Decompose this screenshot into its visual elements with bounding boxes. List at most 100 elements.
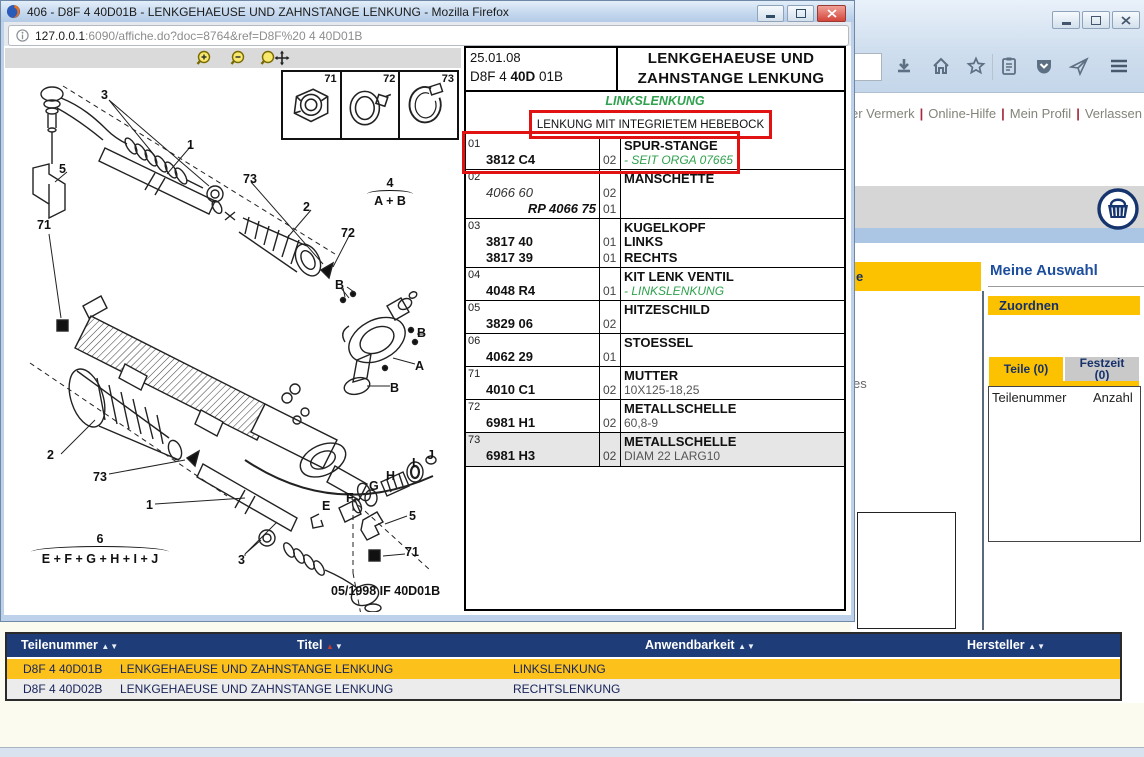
variant-label: LINKSLENKUNG <box>466 94 844 108</box>
result-row-selected[interactable]: D8F 4 40D01B LENKGEHAEUSE UND ZAHNSTANGE… <box>7 659 1120 679</box>
sort-desc-icon[interactable]: ▼ <box>335 642 344 651</box>
cell-anwendbarkeit: LINKSLENKUNG <box>513 662 606 676</box>
clipboard-icon[interactable] <box>998 55 1020 77</box>
sort-asc-icon[interactable]: ▲ <box>101 642 110 651</box>
popup-close-button[interactable] <box>817 5 846 22</box>
zuordnen-label: Zuordnen <box>999 298 1059 313</box>
callout: 5 <box>59 162 66 176</box>
part-row-02[interactable]: 02 MANSCHETTE 4066 60 02 RP 4066 75 01 <box>466 170 844 219</box>
cell-titel: LENKGEHAEUSE UND ZAHNSTANGE LENKUNG <box>120 662 393 676</box>
maximize-icon <box>1091 16 1101 25</box>
detail-box <box>857 512 956 629</box>
zuordnen-button[interactable]: Zuordnen <box>988 296 1140 315</box>
note-box-highlight: LENKUNG MIT INTEGRIETEM HEBEBOCK <box>529 110 772 139</box>
inset-parts-box: 71 72 <box>281 70 459 140</box>
part-row-73[interactable]: 73 METALLSCHELLE 6981 H3 02 DIAM 22 LARG… <box>466 433 844 467</box>
callout: B <box>417 326 426 340</box>
maximize-button[interactable] <box>1082 11 1110 29</box>
close-icon <box>1121 16 1131 25</box>
send-icon[interactable] <box>1068 55 1090 77</box>
zoom-in-icon <box>196 50 216 68</box>
menu-link-online-hilfe[interactable]: Online-Hilfe <box>928 106 996 121</box>
download-icon[interactable] <box>893 55 915 77</box>
part-row-03[interactable]: 03 KUGELKOPF 3817 40 01 LINKS 3817 39 01… <box>466 219 844 268</box>
tab-teile[interactable]: Teile (0) <box>989 357 1063 381</box>
sort-desc-icon[interactable]: ▼ <box>110 642 119 651</box>
inset-cell-71: 71 <box>283 72 340 138</box>
taskbar-edge <box>0 747 1144 757</box>
doc-info-cell: 25.01.08 D8F 4 40D 01B <box>466 48 618 90</box>
part-row-01[interactable]: 01 SPUR-STANGE 3812 C4 02 - SEIT ORGA 07… <box>466 137 844 170</box>
callout: 2 <box>303 200 310 214</box>
part-row-72[interactable]: 72 METALLSCHELLE 6981 H1 02 60,8-9 <box>466 400 844 433</box>
close-icon <box>827 9 837 18</box>
sort-asc-icon[interactable]: ▲ <box>1028 642 1037 651</box>
firefox-icon <box>6 4 21 19</box>
minimize-button[interactable] <box>1052 11 1080 29</box>
sort-asc-icon[interactable]: ▲ <box>738 642 747 651</box>
formula-expr: A + B <box>367 194 413 208</box>
callout: F <box>346 491 354 505</box>
sort-header-anwendbarkeit[interactable]: Anwendbarkeit ▲▼ <box>645 638 756 652</box>
formula-4-ab: 4 A + B <box>367 176 413 208</box>
popup-maximize-button[interactable] <box>787 5 814 22</box>
cell-anwendbarkeit: RECHTSLENKUNG <box>513 682 620 696</box>
url-field[interactable]: 127.0.0.1:6090/affiche.do?doc=8764&ref=D… <box>8 25 849 46</box>
callout: B <box>335 278 344 292</box>
callout: 73 <box>93 470 107 484</box>
callout: 73 <box>243 172 257 186</box>
parts-table-header: 25.01.08 D8F 4 40D 01B LENKGEHAEUSE UNDZ… <box>466 48 844 92</box>
callout: G <box>369 479 379 493</box>
diagram-footer: 05/1998 IF 40D01B <box>331 584 440 598</box>
sort-asc-icon[interactable]: ▲ <box>326 642 335 651</box>
cell-teilenummer: D8F 4 40D01B <box>23 662 102 676</box>
sort-desc-icon[interactable]: ▼ <box>1037 642 1046 651</box>
tab-festzeit[interactable]: Festzeit (0) <box>1065 357 1139 381</box>
popup-minimize-button[interactable] <box>757 5 784 22</box>
sort-header-hersteller[interactable]: Hersteller ▲▼ <box>967 638 1046 652</box>
menu-link-mein-profil[interactable]: Mein Profil <box>1010 106 1071 121</box>
formula-6-efghij: 6 E + F + G + H + I + J <box>31 532 169 566</box>
menu-hamburger-icon[interactable] <box>1108 55 1130 77</box>
basket-button[interactable] <box>1096 187 1140 236</box>
callout: 2 <box>47 448 54 462</box>
popup-titlebar[interactable]: 406 - D8F 4 40D01B - LENKGEHAEUSE UND ZA… <box>1 1 854 22</box>
results-header: Teilenummer ▲▼ Titel ▲▼ Anwendbarkeit ▲▼… <box>7 634 1120 657</box>
panel-header-fragment: e <box>851 262 981 291</box>
close-button[interactable] <box>1112 11 1140 29</box>
parts-table: 25.01.08 D8F 4 40D 01B LENKGEHAEUSE UNDZ… <box>464 46 846 611</box>
info-icon[interactable] <box>16 29 29 42</box>
bookmark-star-icon[interactable] <box>965 55 987 77</box>
menu-link-vermerk[interactable]: er Vermerk <box>851 106 915 121</box>
callout: 5 <box>409 509 416 523</box>
part-row-71[interactable]: 71 MUTTER 4010 C1 02 10X125-18,25 <box>466 367 844 400</box>
callout: 71 <box>405 545 419 559</box>
menu-separator: | <box>915 106 929 121</box>
screen: er Vermerk|Online-Hilfe|Mein Profil|Verl… <box>0 0 1144 757</box>
selection-col-anzahl: Anzahl <box>1093 390 1133 405</box>
pocket-icon[interactable] <box>1033 55 1055 77</box>
sort-desc-icon[interactable]: ▼ <box>747 642 756 651</box>
zoom-pan-icon <box>260 50 292 68</box>
sort-header-teilenummer[interactable]: Teilenummer ▲▼ <box>21 638 119 652</box>
results-table: Teilenummer ▲▼ Titel ▲▼ Anwendbarkeit ▲▼… <box>5 632 1122 701</box>
result-row[interactable]: D8F 4 40D02B LENKGEHAEUSE UND ZAHNSTANGE… <box>7 679 1120 699</box>
callout: I <box>412 456 415 470</box>
search-input[interactable] <box>851 53 882 81</box>
note-label: LENKUNG MIT INTEGRIETEM HEBEBOCK <box>537 119 764 131</box>
cell-teilenummer: D8F 4 40D02B <box>23 682 102 696</box>
cell-titel: LENKGEHAEUSE UND ZAHNSTANGE LENKUNG <box>120 682 393 696</box>
inset-cell-72: 72 <box>340 72 399 138</box>
callout: E <box>322 499 330 513</box>
part-row-05[interactable]: 05 HITZESCHILD 3829 06 02 <box>466 301 844 334</box>
selection-list: Teilenummer Anzahl <box>988 386 1141 542</box>
panel-header-fragment-text: e <box>856 269 863 284</box>
home-icon[interactable] <box>930 55 952 77</box>
sort-header-titel[interactable]: Titel ▲▼ <box>297 638 344 652</box>
menu-link-verlassen[interactable]: Verlassen <box>1085 106 1142 121</box>
background-window-controls <box>1052 11 1140 29</box>
part-row-04[interactable]: 04 KIT LENK VENTIL 4048 R4 01 - LINKSLEN… <box>466 268 844 301</box>
toolbar-separator <box>992 54 993 80</box>
zoom-out-icon <box>230 50 250 68</box>
part-row-06[interactable]: 06 STOESSEL 4062 29 01 <box>466 334 844 367</box>
